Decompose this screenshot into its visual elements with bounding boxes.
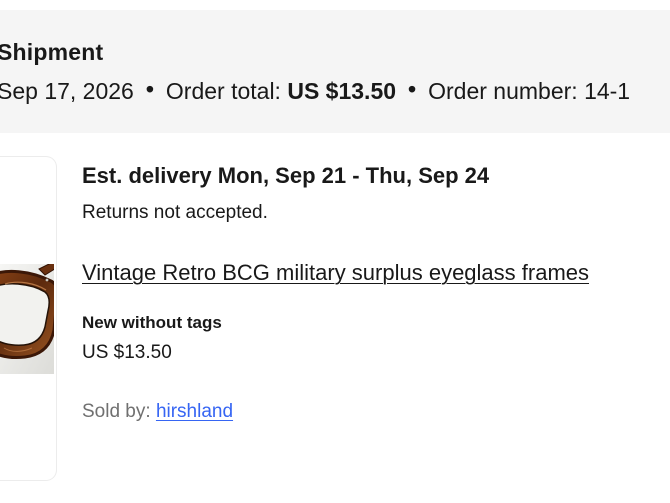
order-number-label: Order number: — [428, 78, 578, 104]
separator-dot-icon: • — [145, 76, 154, 102]
shipment-title: Shipment — [0, 39, 104, 65]
item-price: US $13.50 — [82, 342, 172, 363]
returns-policy: Returns not accepted. — [82, 202, 268, 223]
order-details-page: Shipment Sep 17, 2026 • Order total: US $1… — [0, 0, 670, 503]
order-number-value: 14-1 — [584, 78, 631, 104]
product-image[interactable] — [0, 264, 54, 374]
seller-link[interactable]: hirshland — [156, 401, 233, 422]
sold-by-label: Sold by: — [82, 401, 151, 422]
order-meta-line: Sep 17, 2026 • Order total: US $13.50 • Orde… — [0, 75, 630, 107]
estimated-delivery: Est. delivery Mon, Sep 21 - Thu, Sep 24 — [82, 163, 490, 188]
item-condition: New without tags — [82, 313, 222, 332]
sold-by: Sold by: hirshland — [82, 399, 233, 425]
order-date: Sep 17, 2026 — [0, 78, 134, 104]
separator-dot-icon-2: • — [408, 76, 417, 102]
order-total-label: Order total: — [165, 78, 281, 104]
order-total-value: US $13.50 — [287, 78, 397, 104]
order-header — [0, 10, 670, 133]
item-title-link[interactable]: Vintage Retro BCG military surplus eyegl… — [82, 257, 589, 289]
